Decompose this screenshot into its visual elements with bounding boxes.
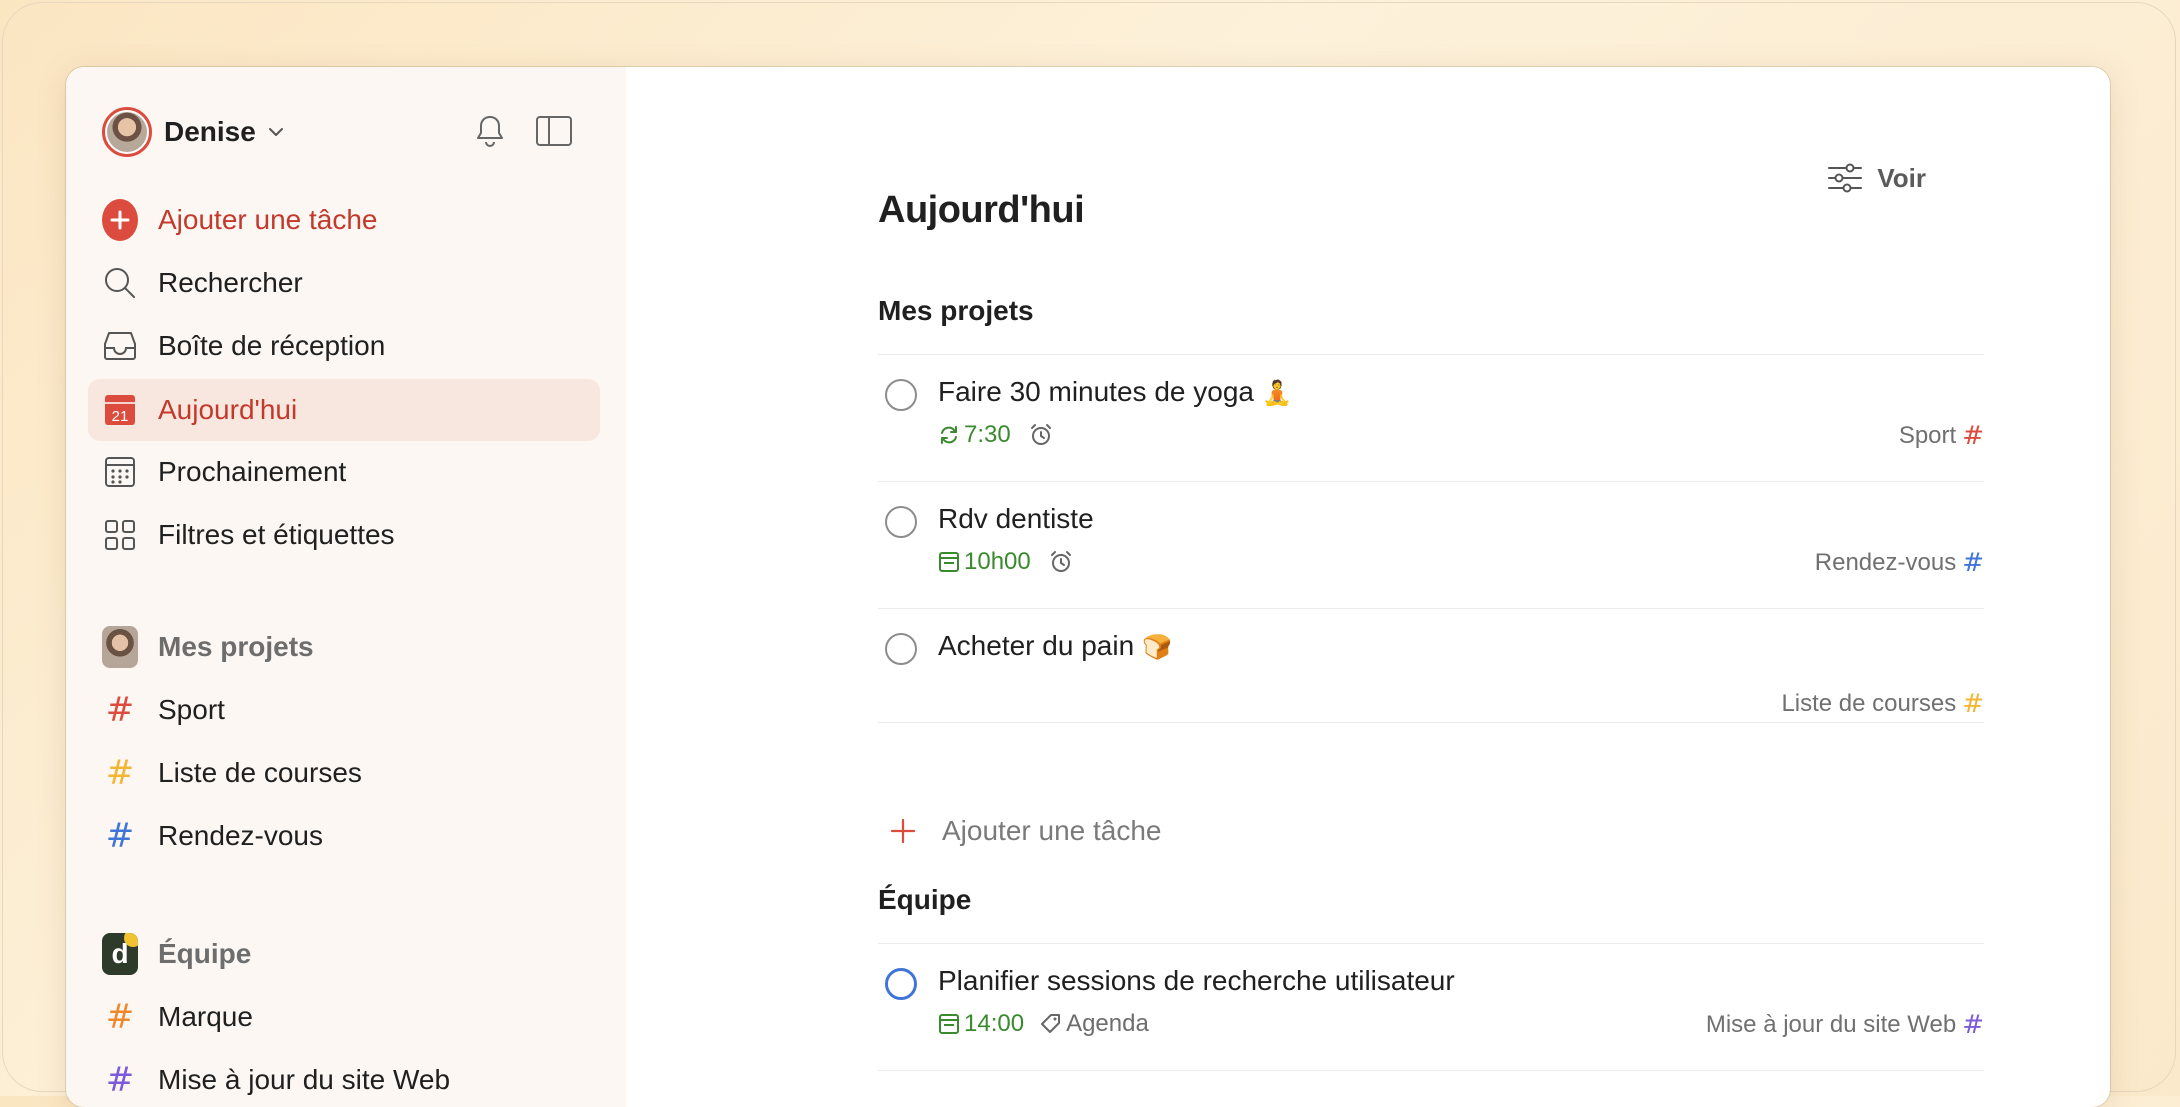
alarm-icon — [1030, 424, 1051, 445]
sidebar-toggle-icon — [536, 116, 572, 146]
sidebar-my-projects-heading[interactable]: Mes projets — [88, 617, 600, 677]
sidebar-item-project[interactable]: # Marque — [88, 987, 600, 1047]
sidebar-item-label: Rendez-vous — [158, 820, 323, 851]
calendar-icon — [939, 1014, 959, 1034]
sidebar-item-label: Mise à jour du site Web — [158, 1064, 451, 1095]
chevron-down-icon — [268, 128, 283, 136]
sidebar-item-label: Rechercher — [158, 267, 303, 298]
hash-icon: # — [1962, 689, 1984, 719]
main-content: Voir Aujourd'hui Mes projets Faire 30 mi… — [626, 67, 2110, 1107]
sidebar-item-project[interactable]: # Mise à jour du site Web — [88, 1050, 600, 1107]
task-item[interactable]: Rdv dentiste 10h00 Rendez-vous # — [878, 503, 1984, 606]
divider — [878, 722, 1984, 723]
section-title-team: Équipe — [878, 884, 972, 915]
hash-icon: # — [1962, 548, 1984, 578]
task-checkbox[interactable] — [885, 506, 917, 538]
sidebar-item-label: Filtres et étiquettes — [158, 519, 395, 550]
sidebar-item-label: Aujourd'hui — [158, 394, 298, 425]
task-meta: 10h00 — [938, 548, 1073, 576]
hash-icon: # — [105, 690, 135, 730]
hash-icon: # — [105, 816, 135, 856]
task-title: Faire 30 minutes de yoga 🧘 — [938, 376, 1292, 407]
sidebar-item-label: Sport — [158, 694, 225, 725]
sidebar-item-label: Prochainement — [158, 456, 347, 487]
sidebar-item-label: Liste de courses — [158, 757, 362, 788]
filters-grid-icon — [102, 517, 138, 553]
sidebar-item-label: Marque — [158, 1001, 253, 1032]
hash-icon: # — [105, 1060, 135, 1100]
divider — [878, 354, 1984, 355]
inline-add-task-button[interactable]: Ajouter une tâche — [878, 815, 1162, 847]
section-heading-label: Équipe — [158, 938, 252, 969]
sidebar-item-project[interactable]: # Rendez-vous — [88, 806, 600, 866]
sidebar-team-heading[interactable]: d Équipe — [88, 924, 600, 984]
sidebar-item-project[interactable]: # Liste de courses — [88, 743, 600, 803]
calendar-upcoming-icon — [102, 454, 138, 490]
task-checkbox[interactable] — [885, 379, 917, 411]
sidebar-item-search[interactable]: Rechercher — [88, 253, 600, 313]
sidebar: Denise Ajouter une tâche Rechercher Boît… — [66, 67, 626, 1107]
avatar — [102, 107, 152, 157]
task-item[interactable]: Planifier sessions de recherche utilisat… — [878, 965, 1984, 1068]
hash-icon: # — [1962, 421, 1984, 451]
plus-icon — [102, 199, 138, 241]
hash-icon: # — [105, 753, 135, 793]
sidebar-item-upcoming[interactable]: Prochainement — [88, 442, 600, 502]
task-due: 10h00 — [938, 548, 1031, 576]
divider — [878, 1070, 1984, 1071]
task-project[interactable]: Rendez-vous # — [1815, 548, 1984, 578]
task-project[interactable]: Mise à jour du site Web # — [1706, 1010, 1984, 1040]
bell-icon — [477, 116, 503, 147]
sidebar-item-inbox[interactable]: Boîte de réception — [88, 316, 600, 376]
task-meta: 14:00 Agenda — [938, 1010, 1149, 1038]
user-name: Denise — [164, 116, 256, 147]
task-item[interactable]: Acheter du pain 🍞 Liste de courses # — [878, 630, 1984, 733]
calendar-icon — [939, 552, 959, 572]
task-due: 7:30 — [938, 421, 1011, 449]
divider — [878, 481, 1984, 482]
user-menu[interactable]: Denise — [102, 104, 286, 160]
add-task-label: Ajouter une tâche — [158, 204, 378, 235]
plus-icon — [890, 818, 916, 844]
calendar-today-icon: 21 — [102, 392, 138, 428]
hash-icon: # — [1962, 1010, 1984, 1040]
task-project[interactable]: Sport # — [1899, 421, 1984, 451]
team-avatar: d — [102, 933, 138, 975]
task-meta: 7:30 — [938, 421, 1053, 449]
search-icon — [102, 265, 138, 301]
hash-icon: # — [105, 997, 135, 1037]
avatar — [102, 626, 138, 668]
tag-icon — [1041, 1014, 1061, 1033]
add-task-label: Ajouter une tâche — [942, 815, 1162, 846]
svg-text:21: 21 — [112, 408, 129, 425]
inbox-icon — [102, 328, 138, 364]
task-checkbox[interactable] — [885, 968, 917, 1000]
task-item[interactable]: Faire 30 minutes de yoga 🧘 7:30 Sport # — [878, 376, 1984, 479]
divider — [878, 608, 1984, 609]
task-checkbox[interactable] — [885, 633, 917, 665]
sidebar-item-project[interactable]: # Sport — [88, 680, 600, 740]
task-title: Planifier sessions de recherche utilisat… — [938, 965, 1455, 996]
task-label[interactable]: Agenda — [1040, 1010, 1149, 1038]
section-title-my-projects: Mes projets — [878, 295, 1034, 326]
app-window: Denise Ajouter une tâche Rechercher Boît… — [66, 67, 2110, 1107]
alarm-icon — [1050, 551, 1071, 572]
sidebar-item-filters[interactable]: Filtres et étiquettes — [88, 505, 600, 565]
notifications-button[interactable] — [470, 111, 510, 151]
sidebar-item-today[interactable]: 21 Aujourd'hui — [88, 379, 600, 441]
task-list: Mes projets Faire 30 minutes de yoga 🧘 7:… — [878, 67, 1984, 1107]
recurring-icon — [941, 426, 957, 444]
task-project[interactable]: Liste de courses # — [1781, 689, 1984, 719]
divider — [878, 943, 1984, 944]
add-task-button[interactable]: Ajouter une tâche — [88, 190, 600, 250]
section-heading-label: Mes projets — [158, 631, 314, 662]
task-title: Rdv dentiste — [938, 503, 1094, 534]
task-due: 14:00 — [938, 1010, 1024, 1038]
task-title: Acheter du pain 🍞 — [938, 630, 1173, 661]
sidebar-item-label: Boîte de réception — [158, 330, 386, 361]
toggle-sidebar-button[interactable] — [534, 111, 574, 151]
